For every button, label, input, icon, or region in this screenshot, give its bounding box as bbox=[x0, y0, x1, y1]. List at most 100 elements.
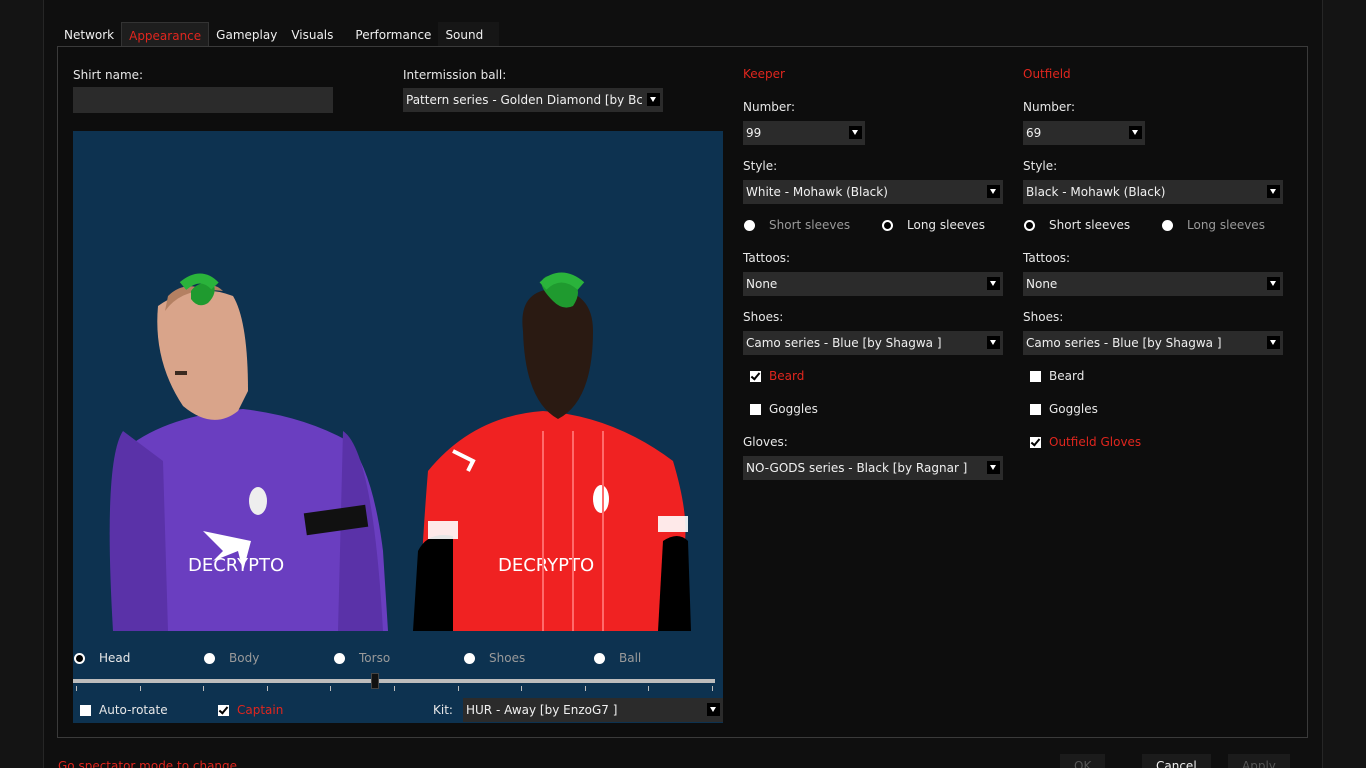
keeper-tattoos-label: Tattoos: bbox=[743, 251, 791, 265]
outfield-shoes-label: Shoes: bbox=[1023, 310, 1064, 324]
chevron-down-icon[interactable] bbox=[1267, 277, 1280, 290]
tab-appearance[interactable]: Appearance bbox=[121, 22, 210, 46]
player-preview-viewport[interactable]: DECRYPTO DECRYPTO bbox=[73, 131, 723, 723]
view-mode-body-radio[interactable] bbox=[204, 653, 215, 664]
keeper-style-label: Style: bbox=[743, 159, 778, 173]
view-mode-shoes-radio[interactable] bbox=[464, 653, 475, 664]
keeper-model: DECRYPTO bbox=[109, 273, 388, 631]
outfield-beard-checkbox[interactable] bbox=[1030, 371, 1041, 382]
keeper-style-dropdown[interactable]: White - Mohawk (Black) bbox=[743, 180, 1003, 204]
zoom-slider-tick bbox=[76, 686, 77, 691]
apply-button[interactable]: Apply bbox=[1228, 754, 1290, 768]
keeper-goggles-checkbox[interactable] bbox=[750, 404, 761, 415]
intermission-ball-dropdown[interactable]: Pattern series - Golden Diamond [by Bcom bbox=[403, 88, 663, 112]
keeper-shoes-value: Camo series - Blue [by Shagwa ] bbox=[746, 336, 942, 350]
outfield-number-label: Number: bbox=[1023, 100, 1076, 114]
spectator-mode-message: Go spectator mode to change bbox=[58, 759, 238, 768]
view-mode-shoes-label: Shoes bbox=[489, 651, 526, 665]
keeper-tattoos-dropdown[interactable]: None bbox=[743, 272, 1003, 296]
outfield-style-dropdown[interactable]: Black - Mohawk (Black) bbox=[1023, 180, 1283, 204]
keeper-heading: Keeper bbox=[743, 67, 785, 81]
auto-rotate-checkbox[interactable] bbox=[80, 705, 91, 716]
outfield-heading: Outfield bbox=[1023, 67, 1071, 81]
keeper-shoes-dropdown[interactable]: Camo series - Blue [by Shagwa ] bbox=[743, 331, 1003, 355]
shirt-name-label: Shirt name: bbox=[73, 68, 144, 82]
chevron-down-icon[interactable] bbox=[1129, 126, 1142, 139]
outfield-number-value: 69 bbox=[1026, 126, 1042, 140]
tab-performance[interactable]: Performance bbox=[348, 22, 438, 46]
tab-network[interactable]: Network bbox=[57, 22, 121, 46]
outfield-shoes-value: Camo series - Blue [by Shagwa ] bbox=[1026, 336, 1222, 350]
keeper-long-sleeves-radio[interactable] bbox=[882, 220, 893, 231]
chevron-down-icon[interactable] bbox=[647, 93, 660, 106]
view-mode-body-label: Body bbox=[229, 651, 260, 665]
keeper-tattoos-value: None bbox=[746, 277, 778, 291]
chevron-down-icon[interactable] bbox=[987, 461, 1000, 474]
zoom-slider-track[interactable] bbox=[73, 679, 715, 683]
view-mode-ball-radio[interactable] bbox=[594, 653, 605, 664]
chevron-down-icon[interactable] bbox=[1267, 336, 1280, 349]
auto-rotate-label: Auto-rotate bbox=[99, 703, 168, 717]
outfield-model: DECRYPTO bbox=[413, 272, 691, 631]
shirt-name-input[interactable] bbox=[73, 87, 333, 113]
kit-dropdown[interactable]: HUR - Away [by EnzoG7 ] bbox=[463, 698, 723, 722]
outfield-short-sleeves-radio[interactable] bbox=[1024, 220, 1035, 231]
keeper-short-sleeves-radio[interactable] bbox=[744, 220, 755, 231]
zoom-slider-tick bbox=[203, 686, 205, 691]
keeper-number-dropdown[interactable]: 99 bbox=[743, 121, 865, 145]
keeper-style-value: White - Mohawk (Black) bbox=[746, 185, 888, 199]
keeper-beard-label: Beard bbox=[769, 369, 805, 383]
tab-gameplay[interactable]: Gameplay bbox=[209, 22, 284, 46]
kit-value: HUR - Away [by EnzoG7 ] bbox=[466, 703, 618, 717]
chevron-down-icon[interactable] bbox=[987, 185, 1000, 198]
chevron-down-icon[interactable] bbox=[707, 703, 720, 716]
chevron-down-icon[interactable] bbox=[987, 336, 1000, 349]
outfield-tattoos-label: Tattoos: bbox=[1023, 251, 1071, 265]
outfield-short-sleeves-label: Short sleeves bbox=[1049, 218, 1131, 232]
zoom-slider-tick bbox=[584, 686, 586, 691]
tab-sound[interactable]: Sound bbox=[438, 22, 500, 46]
outfield-goggles-checkbox[interactable] bbox=[1030, 404, 1041, 415]
chevron-down-icon[interactable] bbox=[987, 277, 1000, 290]
keeper-number-label: Number: bbox=[743, 100, 796, 114]
outfield-style-value: Black - Mohawk (Black) bbox=[1026, 185, 1166, 199]
outfield-gloves-label: Outfield Gloves bbox=[1049, 435, 1142, 449]
zoom-slider-tick bbox=[266, 686, 268, 691]
tab-bar: Network Appearance Gameplay Visuals Perf… bbox=[57, 22, 500, 46]
cancel-button[interactable]: Cancel bbox=[1142, 754, 1211, 768]
captain-checkbox[interactable] bbox=[218, 705, 229, 716]
view-mode-torso-label: Torso bbox=[359, 651, 391, 665]
zoom-slider-tick bbox=[330, 686, 332, 691]
outfield-gloves-checkbox[interactable] bbox=[1030, 437, 1041, 448]
svg-text:DECRYPTO: DECRYPTO bbox=[498, 555, 594, 576]
view-mode-ball-label: Ball bbox=[619, 651, 642, 665]
zoom-slider-tick bbox=[648, 686, 650, 691]
keeper-gloves-dropdown[interactable]: NO-GODS series - Black [by Ragnar ] bbox=[743, 456, 1003, 480]
view-mode-head-label: Head bbox=[99, 651, 131, 665]
outfield-shoes-dropdown[interactable]: Camo series - Blue [by Shagwa ] bbox=[1023, 331, 1283, 355]
outfield-goggles-label: Goggles bbox=[1049, 402, 1098, 416]
zoom-slider-tick bbox=[521, 686, 523, 691]
outfield-number-dropdown[interactable]: 69 bbox=[1023, 121, 1145, 145]
outfield-tattoos-dropdown[interactable]: None bbox=[1023, 272, 1283, 296]
zoom-slider-tick bbox=[457, 686, 459, 691]
intermission-ball-label: Intermission ball: bbox=[403, 68, 507, 82]
chevron-down-icon[interactable] bbox=[1267, 185, 1280, 198]
keeper-long-sleeves-label: Long sleeves bbox=[907, 218, 985, 232]
view-mode-head-radio[interactable] bbox=[74, 653, 85, 664]
player-preview-render: DECRYPTO DECRYPTO bbox=[73, 272, 723, 723]
outfield-long-sleeves-label: Long sleeves bbox=[1187, 218, 1265, 232]
zoom-slider-tick bbox=[139, 686, 141, 691]
keeper-gloves-value: NO-GODS series - Black [by Ragnar ] bbox=[746, 461, 968, 475]
zoom-slider-thumb[interactable] bbox=[370, 673, 379, 689]
chevron-down-icon[interactable] bbox=[849, 126, 862, 139]
keeper-goggles-label: Goggles bbox=[769, 402, 818, 416]
tab-visuals[interactable]: Visuals bbox=[284, 22, 340, 46]
outfield-long-sleeves-radio[interactable] bbox=[1162, 220, 1173, 231]
keeper-shoes-label: Shoes: bbox=[743, 310, 784, 324]
svg-text:DECRYPTO: DECRYPTO bbox=[188, 555, 284, 576]
keeper-number-value: 99 bbox=[746, 126, 762, 140]
ok-button[interactable]: OK bbox=[1060, 754, 1106, 768]
view-mode-torso-radio[interactable] bbox=[334, 653, 345, 664]
keeper-beard-checkbox[interactable] bbox=[750, 371, 761, 382]
